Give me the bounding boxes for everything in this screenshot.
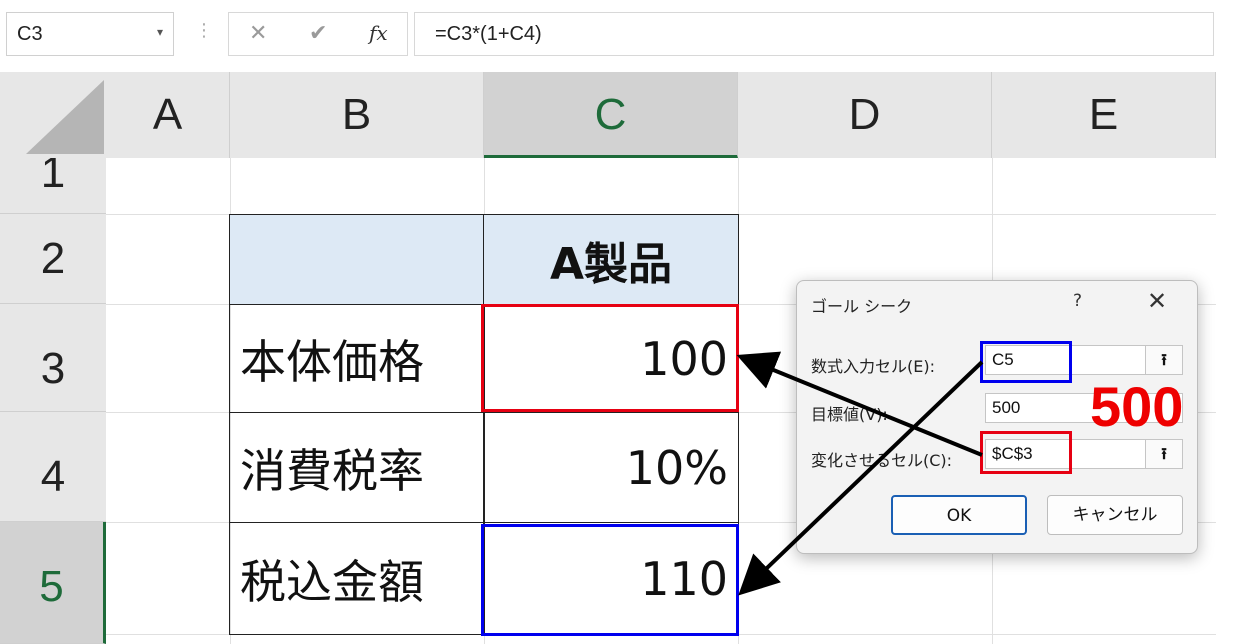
cell-b5-total-label[interactable]: 税込金額 — [229, 522, 485, 635]
cancel-button[interactable]: キャンセル — [1047, 495, 1183, 535]
set-cell-label: 数式入力セル(E): — [811, 357, 935, 376]
row-header-5[interactable]: 5 — [0, 522, 106, 644]
enter-check-icon[interactable]: ✔ — [309, 21, 327, 46]
cell-c2-product-header[interactable]: A製品 — [483, 214, 739, 305]
formula-text: =C3*(1+C4) — [435, 23, 542, 45]
more-options-icon: ⋮ — [195, 20, 213, 41]
set-cell-input-highlight — [980, 341, 1072, 383]
cell-b3-base-price-label[interactable]: 本体価格 — [229, 304, 485, 413]
row-header-3[interactable]: 3 — [0, 304, 106, 412]
row-header-4[interactable]: 4 — [0, 412, 106, 522]
changing-cell-input-highlight — [980, 431, 1072, 474]
set-cell-highlight — [481, 524, 739, 636]
help-icon[interactable]: ? — [1073, 291, 1082, 311]
close-icon[interactable]: ✕ — [1147, 287, 1167, 315]
to-value-label: 目標値(V): — [811, 405, 888, 424]
dialog-title: ゴール シーク — [811, 297, 913, 316]
changing-cell-label: 変化させるセル(C): — [811, 451, 953, 470]
column-header-d[interactable]: D — [738, 72, 992, 158]
select-all-triangle-icon[interactable] — [26, 80, 104, 154]
row-header-2[interactable]: 2 — [0, 214, 106, 304]
to-value-value: 500 — [992, 398, 1021, 417]
cell-b4-tax-rate-label[interactable]: 消費税率 — [229, 412, 485, 523]
insert-function-icon[interactable]: fx — [369, 21, 388, 45]
formula-bar: C3 ▾ ⋮ ✕ ✔ fx =C3*(1+C4) — [0, 0, 1240, 68]
cell-c4-tax-rate[interactable]: 10% — [483, 412, 739, 523]
target-value-annotation: 500 — [1090, 375, 1184, 438]
column-header-a[interactable]: A — [106, 72, 230, 158]
formula-input[interactable]: =C3*(1+C4) — [414, 12, 1214, 56]
name-box[interactable]: C3 ▾ — [6, 12, 174, 56]
name-box-value[interactable]: C3 — [17, 23, 43, 46]
formula-bar-buttons: ✕ ✔ fx — [228, 12, 408, 56]
ok-button[interactable]: OK — [891, 495, 1027, 535]
column-header-e[interactable]: E — [992, 72, 1216, 158]
collapse-dialog-icon[interactable]: ⭱ — [1145, 346, 1182, 374]
row-header-1[interactable]: 1 — [0, 158, 106, 214]
changing-cell-highlight — [481, 304, 739, 412]
chevron-down-icon[interactable]: ▾ — [157, 25, 163, 39]
collapse-dialog-icon[interactable]: ⭱ — [1145, 440, 1182, 468]
cancel-icon[interactable]: ✕ — [249, 21, 267, 46]
column-header-b[interactable]: B — [230, 72, 484, 158]
column-header-c[interactable]: C — [484, 72, 738, 158]
cell-b2[interactable] — [229, 214, 485, 305]
